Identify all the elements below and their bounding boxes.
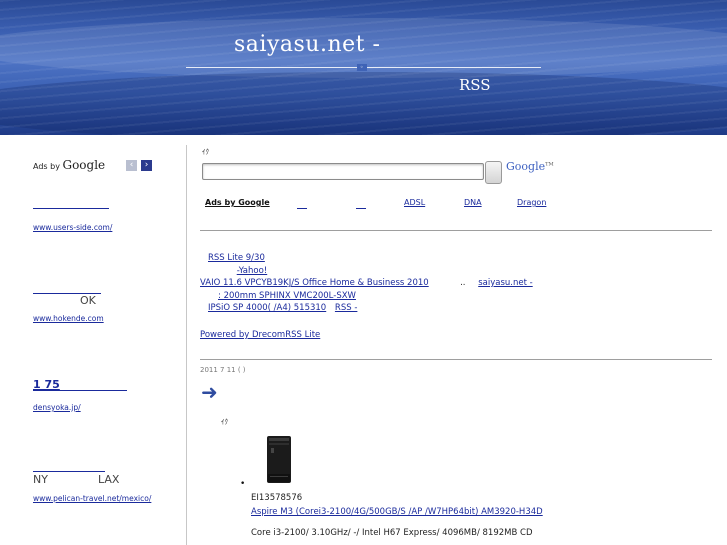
site-header: saiyasu.net - ◦ RSS — [0, 0, 727, 135]
sidebar: Ads by Google ‹ › www.users-side.com/ OK… — [0, 135, 186, 545]
rss-item[interactable]: RSS Lite 9/30 — [200, 252, 555, 265]
rss-item-source-link[interactable]: saiyasu.net - — [478, 278, 554, 288]
site-title[interactable]: saiyasu.net - — [234, 32, 380, 57]
product-spec: Core i3-2100/ 3.10GHz/ -/ Intel H67 Expr… — [251, 528, 533, 538]
rss-item-link[interactable]: IPSiO SP 4000( /A4) 515310 — [200, 303, 326, 313]
sidebar-ad-url[interactable]: www.pelican-travel.net/mexico/ — [33, 494, 151, 503]
ad-link-dna[interactable]: DNA — [464, 198, 482, 207]
sidebar-ad-title-right: LAX — [98, 473, 120, 486]
ad-link-adsl[interactable]: ADSL — [404, 198, 425, 207]
rss-item-source-link[interactable]: RSS - — [335, 303, 373, 313]
chevron-right-icon[interactable]: › — [141, 160, 152, 171]
search-input[interactable] — [202, 163, 484, 180]
rss-item[interactable] — [200, 315, 555, 328]
sidebar-ad-4[interactable]: NY LAX www.pelican-travel.net/mexico/ — [33, 471, 151, 503]
sidebar-ad-url[interactable]: www.users-side.com/ — [33, 223, 112, 232]
post-label: ｲｸ — [221, 418, 228, 426]
section-divider — [200, 359, 712, 360]
sidebar-ad-title[interactable]: 1 75 — [33, 378, 127, 391]
powered-by-link[interactable]: Powered by DrecomRSS Lite — [200, 330, 320, 340]
rss-item-link[interactable]: -Yahoo! — [219, 266, 284, 276]
sidebar-ad-title[interactable]: NY LAX — [33, 472, 143, 494]
ads-by-google-label[interactable]: Ads by Google — [33, 158, 105, 172]
sidebar-ad-1[interactable]: www.users-side.com/ — [33, 208, 112, 232]
google-wordmark: Google — [62, 158, 106, 172]
search-label: ｲｸ — [202, 148, 209, 156]
google-logo-text: Google — [506, 160, 546, 173]
ad-link[interactable] — [356, 198, 366, 209]
product-code: EI13578576 — [251, 493, 303, 503]
ad-link-dragon[interactable]: Dragon — [517, 198, 546, 207]
rss-item[interactable]: VAIO 11.6 VPCYB19KJ/S Office Home & Busi… — [200, 277, 555, 290]
column-divider — [186, 145, 187, 545]
ads-by-text: Ads by — [33, 162, 60, 171]
rss-item[interactable]: : 200mm SPHINX VMC200L-SXW — [200, 290, 555, 303]
rss-item-link[interactable]: : 200mm SPHINX VMC200L-SXW — [200, 291, 376, 301]
rss-item[interactable]: IPSiO SP 4000( /A4) 515310 RSS - — [200, 302, 555, 315]
rss-item-separator: .. — [460, 278, 466, 288]
search-button[interactable] — [485, 161, 502, 184]
sidebar-ad-url[interactable]: www.hokende.com — [33, 314, 104, 323]
list-bullet: • — [240, 479, 246, 489]
arrow-right-icon[interactable]: ➜ — [201, 382, 218, 402]
rss-item[interactable]: -Yahoo! — [200, 265, 555, 278]
sidebar-ad-2[interactable]: OK www.hokende.com — [33, 293, 104, 323]
ad-link[interactable] — [297, 198, 307, 209]
section-divider — [200, 230, 712, 231]
google-logo-tm: TM — [545, 161, 554, 168]
sidebar-ad-3[interactable]: 1 75 densyoka.jp/ — [33, 378, 127, 412]
ads-by-google-link[interactable]: Ads by Google — [205, 198, 270, 207]
header-divider-ornament: ◦ — [357, 64, 367, 71]
sidebar-ad-title-left: NY — [33, 473, 48, 486]
rss-item-link[interactable]: VAIO 11.6 VPCYB19KJ/S Office Home & Busi… — [200, 278, 429, 288]
rss-item-link[interactable]: RSS Lite 9/30 — [200, 253, 287, 263]
pc-tower-product-image[interactable] — [266, 436, 292, 484]
rss-feed-list: RSS Lite 9/30 -Yahoo! VAIO 11.6 VPCYB19K… — [200, 252, 555, 327]
post-date: 2011 7 11 ( ) — [200, 366, 246, 374]
chevron-left-icon[interactable]: ‹ — [126, 160, 137, 171]
google-logo: GoogleTM — [506, 160, 554, 173]
sidebar-ad-title[interactable]: OK — [80, 294, 104, 314]
main-content: ｲｸ GoogleTM Ads by Google ADSL DNA Drago… — [200, 135, 715, 545]
sidebar-ad-url[interactable]: densyoka.jp/ — [33, 403, 81, 412]
rss-heading[interactable]: RSS — [459, 76, 491, 94]
product-link[interactable]: Aspire M3 (Corei3-2100/4G/500GB/S /AP /W… — [251, 507, 543, 517]
